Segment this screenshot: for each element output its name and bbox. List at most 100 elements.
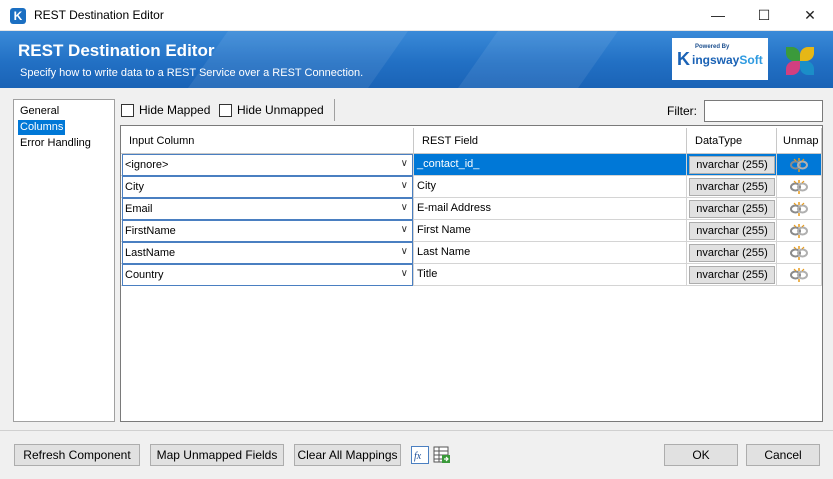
unmap-link-icon[interactable] bbox=[789, 200, 809, 218]
input-column-value: Country bbox=[125, 269, 164, 281]
input-column-dropdown[interactable]: <ignore> ∨ bbox=[122, 154, 413, 176]
table-row[interactable]: <ignore> ∨ _contact_id_ nvarchar (255) bbox=[121, 154, 822, 176]
filter-label: Filter: bbox=[667, 104, 697, 118]
input-column-dropdown[interactable]: City ∨ bbox=[122, 176, 413, 198]
chevron-down-icon[interactable]: ∨ bbox=[401, 202, 408, 213]
chevron-down-icon[interactable]: ∨ bbox=[401, 268, 408, 279]
table-row[interactable]: FirstName ∨ First Name nvarchar (255) bbox=[121, 220, 822, 242]
filter-input[interactable] bbox=[704, 100, 823, 122]
column-mapping-grid: Input Column REST Field DataType Unmap <… bbox=[120, 125, 823, 422]
kingswaysoft-logo: Powered By K ingswaySoft bbox=[672, 38, 768, 80]
datatype-button[interactable]: nvarchar (255) bbox=[689, 156, 775, 174]
header-rest-field[interactable]: REST Field bbox=[414, 128, 687, 154]
datatype-cell: nvarchar (255) bbox=[687, 242, 777, 264]
input-column-cell: Email ∨ bbox=[121, 198, 414, 220]
banner-title: REST Destination Editor bbox=[18, 41, 215, 60]
hide-mapped-label: Hide Mapped bbox=[139, 103, 211, 117]
input-column-cell: <ignore> ∨ bbox=[121, 154, 414, 176]
rest-field-cell[interactable]: Title bbox=[414, 264, 687, 286]
rest-field-value: City bbox=[417, 180, 436, 192]
logo-brand-a: ingsway bbox=[692, 53, 740, 67]
unmap-link-icon[interactable] bbox=[789, 178, 809, 196]
petal-pink bbox=[786, 61, 800, 75]
datatype-button[interactable]: nvarchar (255) bbox=[689, 244, 775, 262]
unmap-cell bbox=[777, 220, 822, 242]
svg-text:fx: fx bbox=[414, 451, 422, 462]
input-column-dropdown[interactable]: LastName ∨ bbox=[122, 242, 413, 264]
datatype-button[interactable]: nvarchar (255) bbox=[689, 200, 775, 218]
input-column-cell: City ∨ bbox=[121, 176, 414, 198]
banner-decoration bbox=[427, 31, 633, 88]
unmap-link-icon[interactable] bbox=[789, 266, 809, 284]
banner-subtitle: Specify how to write data to a REST Serv… bbox=[20, 67, 364, 79]
logo-brand: ingswaySoft bbox=[692, 53, 763, 67]
input-column-cell: Country ∨ bbox=[121, 264, 414, 286]
rest-field-cell[interactable]: City bbox=[414, 176, 687, 198]
nav-item-error-handling[interactable]: Error Handling bbox=[18, 136, 93, 151]
input-column-dropdown[interactable]: FirstName ∨ bbox=[122, 220, 413, 242]
header-unmap[interactable]: Unmap bbox=[777, 128, 822, 154]
map-unmapped-fields-button[interactable]: Map Unmapped Fields bbox=[150, 444, 284, 466]
nav-item-general[interactable]: General bbox=[18, 104, 61, 119]
header-input-column[interactable]: Input Column bbox=[121, 128, 414, 154]
hide-unmapped-label: Hide Unmapped bbox=[237, 103, 324, 117]
rest-field-value: _contact_id_ bbox=[417, 158, 480, 170]
chevron-down-icon[interactable]: ∨ bbox=[401, 246, 408, 257]
toolbar-separator bbox=[334, 99, 335, 121]
datatype-button[interactable]: nvarchar (255) bbox=[689, 178, 775, 196]
datatype-cell: nvarchar (255) bbox=[687, 220, 777, 242]
datatype-button[interactable]: nvarchar (255) bbox=[689, 266, 775, 284]
chevron-down-icon[interactable]: ∨ bbox=[401, 158, 408, 169]
product-flower-icon bbox=[783, 45, 817, 79]
window-title: REST Destination Editor bbox=[34, 8, 164, 22]
refresh-component-button[interactable]: Refresh Component bbox=[14, 444, 140, 466]
petal-green bbox=[786, 47, 800, 61]
unmap-link-icon[interactable] bbox=[789, 156, 809, 174]
unmap-cell bbox=[777, 198, 822, 220]
rest-field-value: E-mail Address bbox=[417, 202, 491, 214]
unmap-link-icon[interactable] bbox=[789, 222, 809, 240]
table-row[interactable]: LastName ∨ Last Name nvarchar (255) bbox=[121, 242, 822, 264]
input-column-cell: LastName ∨ bbox=[121, 242, 414, 264]
rest-field-cell[interactable]: Last Name bbox=[414, 242, 687, 264]
rest-field-cell[interactable]: First Name bbox=[414, 220, 687, 242]
table-row[interactable]: Country ∨ Title nvarchar (255) bbox=[121, 264, 822, 286]
datatype-cell: nvarchar (255) bbox=[687, 264, 777, 286]
logo-k-icon: K bbox=[677, 49, 690, 69]
maximize-button[interactable]: ☐ bbox=[741, 0, 787, 31]
chevron-down-icon[interactable]: ∨ bbox=[401, 224, 408, 235]
cancel-button[interactable]: Cancel bbox=[746, 444, 820, 466]
petal-yellow bbox=[800, 47, 814, 61]
rest-field-cell[interactable]: E-mail Address bbox=[414, 198, 687, 220]
datatype-cell: nvarchar (255) bbox=[687, 198, 777, 220]
datatype-cell: nvarchar (255) bbox=[687, 176, 777, 198]
input-column-cell: FirstName ∨ bbox=[121, 220, 414, 242]
rest-field-value: Title bbox=[417, 268, 438, 280]
header-banner: REST Destination Editor Specify how to w… bbox=[0, 31, 833, 88]
close-button[interactable]: ✕ bbox=[787, 0, 833, 31]
input-column-dropdown[interactable]: Country ∨ bbox=[122, 264, 413, 286]
minimize-button[interactable]: — bbox=[695, 0, 741, 31]
chevron-down-icon[interactable]: ∨ bbox=[401, 180, 408, 191]
input-column-dropdown[interactable]: Email ∨ bbox=[122, 198, 413, 220]
rest-field-value: Last Name bbox=[417, 246, 471, 258]
input-column-value: <ignore> bbox=[125, 159, 169, 171]
unmap-link-icon[interactable] bbox=[789, 244, 809, 262]
table-row[interactable]: Email ∨ E-mail Address nvarchar (255) bbox=[121, 198, 822, 220]
hide-mapped-checkbox[interactable] bbox=[121, 104, 134, 117]
header-datatype[interactable]: DataType bbox=[687, 128, 777, 154]
unmap-cell bbox=[777, 264, 822, 286]
rest-field-cell[interactable]: _contact_id_ bbox=[414, 154, 687, 176]
unmap-cell bbox=[777, 154, 822, 176]
title-bar: K REST Destination Editor — ☐ ✕ bbox=[0, 0, 833, 31]
export-grid-icon[interactable] bbox=[433, 446, 451, 464]
logo-powered-by: Powered By bbox=[695, 44, 730, 50]
clear-all-mappings-button[interactable]: Clear All Mappings bbox=[294, 444, 401, 466]
ok-button[interactable]: OK bbox=[664, 444, 738, 466]
hide-unmapped-checkbox[interactable] bbox=[219, 104, 232, 117]
logo-brand-b: Soft bbox=[739, 53, 763, 67]
fx-expression-icon[interactable]: fx bbox=[411, 446, 429, 464]
datatype-button[interactable]: nvarchar (255) bbox=[689, 222, 775, 240]
table-row[interactable]: City ∨ City nvarchar (255) bbox=[121, 176, 822, 198]
nav-item-columns[interactable]: Columns bbox=[18, 120, 66, 135]
